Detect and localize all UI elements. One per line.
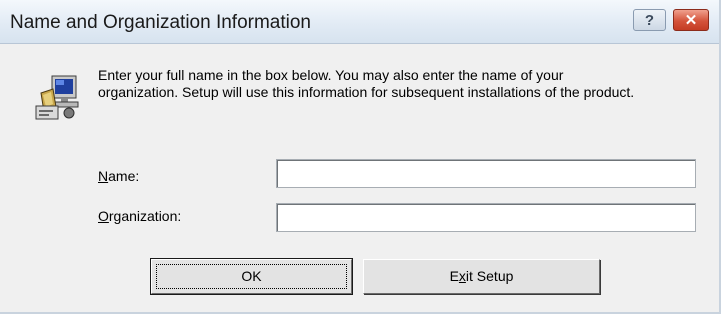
help-button[interactable]: ? bbox=[633, 9, 666, 31]
exit-button-label-rest: it Setup bbox=[465, 268, 514, 284]
close-icon: ✕ bbox=[684, 12, 698, 29]
instruction-text: Enter your full name in the box below. Y… bbox=[98, 67, 708, 101]
instruction-line-1: Enter your full name in the box below. Y… bbox=[98, 67, 564, 83]
organization-field[interactable] bbox=[276, 203, 696, 232]
name-label: Name: bbox=[98, 168, 139, 184]
help-icon: ? bbox=[644, 11, 655, 29]
organization-label: Organization: bbox=[98, 208, 181, 224]
focus-rectangle bbox=[156, 264, 347, 289]
name-field[interactable] bbox=[276, 159, 696, 188]
name-label-text: ame: bbox=[108, 168, 140, 184]
exit-button-accelerator: x bbox=[458, 268, 466, 284]
dialog-body: Enter your full name in the box below. Y… bbox=[0, 44, 719, 312]
ok-button[interactable]: OK bbox=[150, 258, 353, 295]
organization-label-text: rganization: bbox=[108, 208, 182, 224]
exit-setup-button[interactable]: Exit Setup bbox=[363, 259, 600, 294]
name-label-accelerator: N bbox=[98, 168, 109, 184]
instruction-line-2: organization. Setup will use this inform… bbox=[98, 84, 635, 100]
title-bar[interactable]: Name and Organization Information ? ✕ bbox=[0, 0, 719, 44]
organization-label-accelerator: O bbox=[98, 208, 109, 224]
exit-button-label-pre: E bbox=[449, 268, 459, 284]
close-button[interactable]: ✕ bbox=[673, 9, 709, 31]
dialog-title: Name and Organization Information bbox=[10, 12, 311, 33]
setup-dialog: Name and Organization Information ? ✕ En… bbox=[0, 0, 721, 314]
setup-computer-icon bbox=[35, 75, 79, 120]
